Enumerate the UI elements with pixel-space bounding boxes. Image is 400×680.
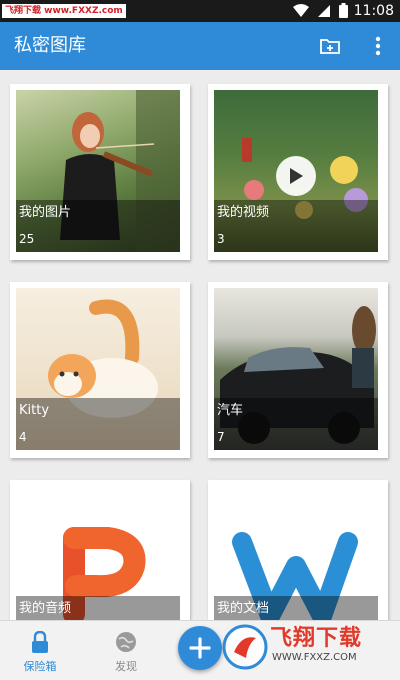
add-button[interactable] [178,626,222,670]
page-title: 私密图库 [14,35,86,56]
new-folder-button[interactable] [318,34,342,58]
album-name: 我的图片 [19,205,72,220]
status-icons [293,3,348,18]
album-my-videos[interactable]: 我的视频 3 [208,84,388,260]
album-cars[interactable]: 汽车 7 [208,282,388,458]
battery-icon [339,3,348,18]
tab-discover[interactable]: 发现 [96,625,156,677]
tab-label: 发现 [115,660,137,673]
tab-vault[interactable]: 保险箱 [10,625,70,677]
more-options-button[interactable] [366,34,390,58]
plus-icon [189,637,211,659]
album-kitty[interactable]: Kitty 4 [10,282,190,458]
watermark-badge: 飞翔下载 www.FXXZ.com [2,4,126,18]
album-caption: 汽车 7 [214,398,378,450]
album-name: 我的视频 [217,205,270,220]
album-count: 4 [19,430,27,444]
album-my-pictures[interactable]: 我的图片 25 [10,84,190,260]
album-name: 汽车 [217,403,244,418]
wifi-icon [293,3,309,17]
signal-icon [318,4,330,17]
watermark: 飞翔下载 WWW.FXXZ.COM [222,616,398,678]
app-bar: 私密图库 [0,22,400,70]
new-folder-icon [320,39,340,54]
globe-icon [116,632,136,652]
album-caption: 我的图片 25 [16,200,180,252]
tab-label: 保险箱 [23,660,57,673]
clock: 11:08 [353,3,394,19]
watermark-brand: 飞翔下载 [270,626,363,651]
album-count: 3 [217,232,225,246]
album-caption: 我的视频 3 [214,200,378,252]
album-name: 我的音频 [19,601,72,616]
album-name: 我的文档 [217,601,270,616]
watermark-url: WWW.FXXZ.COM [272,652,357,663]
watermark-logo-icon [222,624,268,670]
album-caption: Kitty 4 [16,398,180,450]
album-count: 25 [19,232,35,246]
more-vert-icon [375,36,381,56]
lock-icon [32,631,48,653]
album-name: Kitty [19,403,50,418]
album-count: 7 [217,430,225,444]
play-button[interactable] [276,156,316,196]
play-icon [290,168,303,184]
status-bar: 飞翔下载 www.FXXZ.com 11:08 [0,0,400,22]
